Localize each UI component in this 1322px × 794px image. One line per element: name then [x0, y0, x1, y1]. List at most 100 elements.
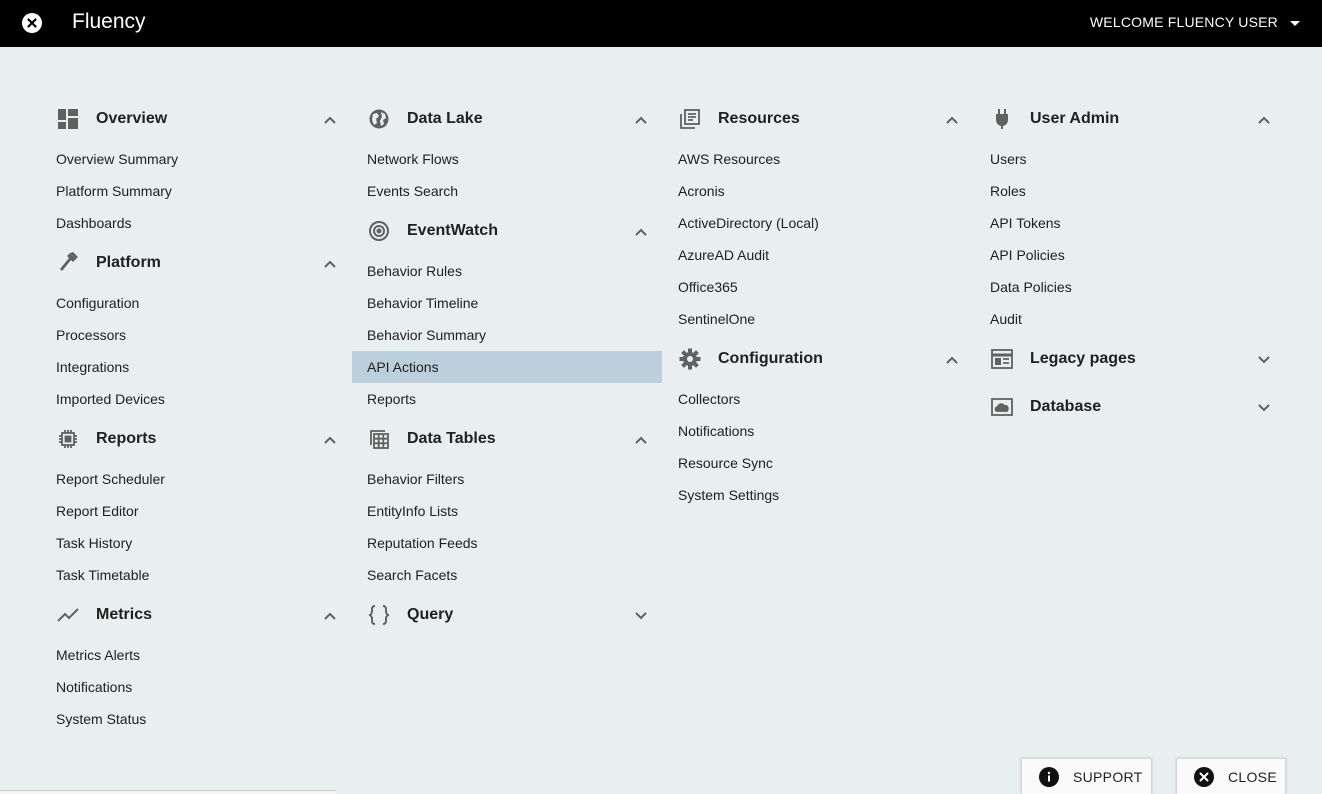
info-icon [1039, 766, 1059, 787]
chevron-down-icon[interactable] [1257, 352, 1271, 370]
chevron-up-icon[interactable] [323, 608, 337, 626]
menu-item-users[interactable]: Users [975, 143, 1285, 175]
menu-item-dashboards[interactable]: Dashboards [41, 207, 351, 239]
menu-item-acronis[interactable]: Acronis [663, 175, 973, 207]
menu-item-search-facets[interactable]: Search Facets [352, 559, 662, 591]
menu-item-system-status[interactable]: System Status [41, 703, 351, 735]
menu-item-task-timetable[interactable]: Task Timetable [41, 559, 351, 591]
section-platform[interactable]: Platform [41, 239, 351, 287]
section-title: Data Lake [407, 110, 483, 127]
menu-item-reports[interactable]: Reports [352, 383, 662, 415]
menu-item-processors[interactable]: Processors [41, 319, 351, 351]
plug-icon [990, 107, 1014, 131]
chevron-down-icon[interactable] [1257, 400, 1271, 418]
menu-item-integrations[interactable]: Integrations [41, 351, 351, 383]
menu-item-behavior-timeline[interactable]: Behavior Timeline [352, 287, 662, 319]
menu-column-1: Overview Overview Summary Platform Summa… [41, 95, 351, 735]
section-query[interactable]: Query [352, 591, 662, 639]
close-label: CLOSE [1228, 768, 1277, 785]
menu-item-notifications[interactable]: Notifications [663, 415, 973, 447]
menu-item-network-flows[interactable]: Network Flows [352, 143, 662, 175]
chevron-up-icon[interactable] [1257, 112, 1271, 130]
menu-item-system-settings[interactable]: System Settings [663, 479, 973, 511]
menu-item-reputation-feeds[interactable]: Reputation Feeds [352, 527, 662, 559]
close-icon [1194, 766, 1214, 787]
menu-item-roles[interactable]: Roles [975, 175, 1285, 207]
chevron-up-icon[interactable] [323, 432, 337, 450]
table-stack-icon [367, 427, 391, 451]
dashboard-icon [56, 107, 80, 131]
menu-column-4: User Admin Users Roles API Tokens API Po… [975, 95, 1285, 431]
menu-column-2: Data Lake Network Flows Events Search Ev… [352, 95, 662, 639]
trend-icon [56, 603, 80, 627]
menu-item-behavior-filters[interactable]: Behavior Filters [352, 463, 662, 495]
chevron-up-icon[interactable] [945, 112, 959, 130]
menu-item-resource-sync[interactable]: Resource Sync [663, 447, 973, 479]
menu-item-task-history[interactable]: Task History [41, 527, 351, 559]
menu-item-api-actions[interactable]: API Actions [352, 351, 662, 383]
section-reports[interactable]: Reports [41, 415, 351, 463]
section-title: Platform [96, 254, 161, 271]
chevron-up-icon[interactable] [323, 256, 337, 274]
caret-down-icon [1290, 20, 1300, 26]
web-layout-icon [990, 347, 1014, 371]
close-menu-icon[interactable] [22, 13, 42, 33]
menu-item-data-policies[interactable]: Data Policies [975, 271, 1285, 303]
chevron-up-icon[interactable] [323, 112, 337, 130]
menu-item-behavior-summary[interactable]: Behavior Summary [352, 319, 662, 351]
section-data-lake[interactable]: Data Lake [352, 95, 662, 143]
menu-item-report-scheduler[interactable]: Report Scheduler [41, 463, 351, 495]
chevron-up-icon[interactable] [634, 432, 648, 450]
app-title: Fluency [72, 10, 146, 33]
menu-item-office365[interactable]: Office365 [663, 271, 973, 303]
user-menu[interactable]: WELCOME FLUENCY USER [1090, 14, 1300, 30]
menu-item-behavior-rules[interactable]: Behavior Rules [352, 255, 662, 287]
menu-item-configuration[interactable]: Configuration [41, 287, 351, 319]
section-configuration[interactable]: Configuration [663, 335, 973, 383]
section-legacy-pages[interactable]: Legacy pages [975, 335, 1285, 383]
menu-item-azuread-audit[interactable]: AzureAD Audit [663, 239, 973, 271]
menu-item-report-editor[interactable]: Report Editor [41, 495, 351, 527]
section-title: Query [407, 606, 454, 623]
menu-item-api-policies[interactable]: API Policies [975, 239, 1285, 271]
section-metrics[interactable]: Metrics [41, 591, 351, 639]
menu-item-entityinfo-lists[interactable]: EntityInfo Lists [352, 495, 662, 527]
section-database[interactable]: Database [975, 383, 1285, 431]
menu-item-sentinelone[interactable]: SentinelOne [663, 303, 973, 335]
section-title: Resources [718, 110, 800, 127]
menu-item-api-tokens[interactable]: API Tokens [975, 207, 1285, 239]
menu-item-audit[interactable]: Audit [975, 303, 1285, 335]
menu-item-aws-resources[interactable]: AWS Resources [663, 143, 973, 175]
menu-item-imported-devices[interactable]: Imported Devices [41, 383, 351, 415]
section-eventwatch[interactable]: EventWatch [352, 207, 662, 255]
menu-item-metrics-alerts[interactable]: Metrics Alerts [41, 639, 351, 671]
section-title: Metrics [96, 606, 153, 623]
target-icon [367, 219, 391, 243]
section-title: Reports [96, 430, 157, 447]
support-label: SUPPORT [1073, 768, 1143, 785]
menu-item-activedirectory-local[interactable]: ActiveDirectory (Local) [663, 207, 973, 239]
section-user-admin[interactable]: User Admin [975, 95, 1285, 143]
top-bar: Fluency WELCOME FLUENCY USER [0, 0, 1322, 47]
horizontal-scrollbar[interactable] [0, 790, 336, 794]
section-title: User Admin [1030, 110, 1120, 127]
section-overview[interactable]: Overview [41, 95, 351, 143]
menu-item-events-search[interactable]: Events Search [352, 175, 662, 207]
welcome-label: WELCOME FLUENCY USER [1089, 14, 1278, 30]
menu-column-3: Resources AWS Resources Acronis ActiveDi… [663, 95, 973, 511]
section-title: Overview [96, 110, 168, 127]
section-resources[interactable]: Resources [663, 95, 973, 143]
menu-item-platform-summary[interactable]: Platform Summary [41, 175, 351, 207]
close-button[interactable]: CLOSE [1176, 758, 1286, 794]
library-icon [678, 107, 702, 131]
section-title: EventWatch [407, 222, 498, 239]
menu-item-notifications[interactable]: Notifications [41, 671, 351, 703]
menu-item-overview-summary[interactable]: Overview Summary [41, 143, 351, 175]
chevron-up-icon[interactable] [634, 112, 648, 130]
chevron-up-icon[interactable] [945, 352, 959, 370]
chevron-down-icon[interactable] [634, 608, 648, 626]
support-button[interactable]: SUPPORT [1021, 758, 1152, 794]
menu-item-collectors[interactable]: Collectors [663, 383, 973, 415]
chevron-up-icon[interactable] [634, 224, 648, 242]
section-data-tables[interactable]: Data Tables [352, 415, 662, 463]
